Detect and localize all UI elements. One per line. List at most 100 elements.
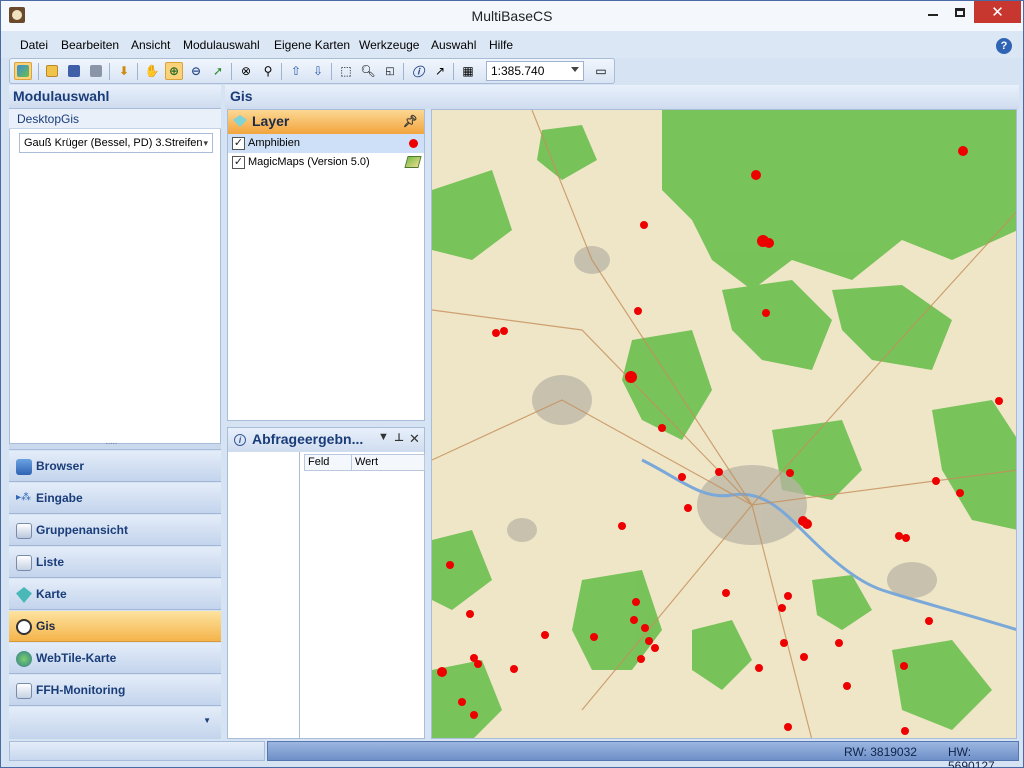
nav-label: WebTile-Karte	[36, 651, 117, 665]
full-extent-button[interactable]: ⊗	[237, 62, 255, 80]
toolbar-separator	[109, 63, 110, 80]
toolbar-separator	[281, 63, 282, 80]
column-header-feld[interactable]: Feld	[304, 454, 352, 471]
layer-manager-icon	[17, 65, 29, 77]
nav-ffh-monitoring[interactable]: FFH-Monitoring	[9, 675, 221, 706]
hw-coordinate: HW: 5690127	[948, 745, 995, 768]
print-icon	[90, 65, 102, 77]
info-button[interactable]: ⓘ	[409, 62, 427, 80]
menu-hilfe[interactable]: Hilfe	[489, 38, 513, 52]
pin-icon[interactable]: ⊥	[394, 431, 404, 444]
table-button[interactable]: ▦	[459, 62, 477, 80]
layer-manager-button[interactable]	[14, 62, 32, 80]
query-tree[interactable]	[228, 452, 300, 738]
measure-button[interactable]: ▭	[592, 62, 610, 80]
help-icon[interactable]: ?	[996, 38, 1012, 54]
webtile-globe-icon	[16, 651, 32, 667]
column-header-wert[interactable]: Wert	[351, 454, 425, 471]
rw-coordinate: RW: 3819032	[844, 745, 917, 759]
gruppenansicht-icon	[16, 523, 32, 539]
panel-splitter[interactable]	[9, 438, 221, 450]
chevron-down-icon[interactable]: ▼	[203, 716, 211, 725]
dropdown-arrow-icon[interactable]: ▼	[378, 431, 389, 443]
nav-karte[interactable]: Karte	[9, 579, 221, 610]
toolbar-separator	[331, 63, 332, 80]
ruler-icon: ▭	[595, 64, 607, 78]
menu-ansicht[interactable]: Ansicht	[131, 38, 170, 52]
layer-name: Amphibien	[248, 137, 300, 149]
chevron-down-icon[interactable]: ▾	[203, 138, 208, 149]
close-button[interactable]: ✕	[974, 1, 1021, 23]
print-button[interactable]	[87, 62, 105, 80]
map-view[interactable]	[431, 109, 1017, 739]
query-panel-title: Abfrageergebn...	[252, 431, 364, 447]
title-bar: MultiBaseCS ✕	[1, 1, 1023, 31]
menu-bearbeiten[interactable]: Bearbeiten	[61, 38, 119, 52]
hyperlink-icon: ↗	[434, 64, 446, 78]
arrow-up-icon: ⇧	[290, 64, 302, 78]
open-button[interactable]	[43, 62, 61, 80]
minimize-button[interactable]	[919, 1, 946, 23]
status-coordinates-panel: RW: 3819032 HW: 5690127	[267, 741, 1019, 768]
menu-eigene-karten[interactable]: Eigene Karten	[274, 38, 350, 52]
find-button[interactable]: 🔍︎	[359, 62, 377, 80]
zoom-in-button[interactable]: ⊕	[165, 62, 183, 80]
menu-datei[interactable]: Datei	[20, 38, 48, 52]
clear-selection-icon: ◱	[385, 65, 395, 77]
query-results-panel: i Abfrageergebn... ▼ ⊥ ✕ Feld Wert	[227, 427, 425, 739]
select-arrow-button[interactable]: ➚	[209, 62, 227, 80]
toolbar-separator	[453, 63, 454, 80]
tab-desktopgis[interactable]: DesktopGis	[9, 109, 221, 129]
nav-liste[interactable]: Liste	[9, 547, 221, 578]
liste-icon	[16, 555, 32, 571]
move-down-button[interactable]: ⇩	[309, 62, 327, 80]
layer-panel: Layer 📌︎ ✓ Amphibien ✓ MagicMaps (Versio…	[227, 109, 425, 421]
move-up-button[interactable]: ⇧	[287, 62, 305, 80]
map-canvas[interactable]	[432, 110, 1017, 739]
menu-auswahl[interactable]: Auswahl	[431, 38, 476, 52]
maximize-button[interactable]	[946, 1, 973, 23]
table-icon: ▦	[462, 64, 474, 78]
menu-werkzeuge[interactable]: Werkzeuge	[359, 38, 419, 52]
save-button[interactable]	[65, 62, 83, 80]
nav-label: Gruppenansicht	[36, 523, 129, 537]
layer-panel-title: Layer	[252, 113, 290, 129]
close-icon[interactable]: ✕	[409, 431, 420, 447]
pin-icon[interactable]: 📌︎	[403, 114, 418, 128]
clear-selection-button[interactable]: ◱	[381, 62, 399, 80]
menu-modulauswahl[interactable]: Modulauswahl	[183, 38, 260, 52]
nav-label: Liste	[36, 555, 65, 569]
nav-webtile-karte[interactable]: WebTile-Karte	[9, 643, 221, 674]
scale-select[interactable]: 1:385.740	[486, 61, 584, 81]
select-feature-button[interactable]: ⬚	[337, 62, 355, 80]
arrow-down-blue-icon: ⇩	[312, 64, 324, 78]
zoom-out-button[interactable]: ⊖	[187, 62, 205, 80]
nav-browser[interactable]: Browser	[9, 451, 221, 482]
nav-eingabe[interactable]: ▸⁂ Eingabe	[9, 483, 221, 514]
layer-row-amphibien[interactable]: ✓ Amphibien	[228, 134, 424, 153]
globe-icon: ⊗	[240, 64, 252, 78]
pan-button[interactable]: ✋	[143, 62, 161, 80]
nav-gis[interactable]: Gis	[9, 611, 221, 642]
coordinate-system-select[interactable]: Gauß Krüger (Bessel, PD) 3.Streifen ▾	[19, 133, 213, 153]
layer-checkbox[interactable]: ✓	[232, 156, 245, 169]
nav-label: Karte	[36, 587, 67, 601]
modulauswahl-header: Modulauswahl	[9, 85, 221, 109]
hyperlink-button[interactable]: ↗	[431, 62, 449, 80]
modulauswahl-body: Gauß Krüger (Bessel, PD) 3.Streifen ▾	[9, 129, 221, 443]
select-feature-icon: ⬚	[340, 64, 352, 78]
nav-overflow[interactable]: ▼	[9, 707, 221, 739]
layer-checkbox[interactable]: ✓	[232, 137, 245, 150]
info-icon: i	[234, 434, 246, 446]
zoom-out-icon: ⊖	[190, 64, 202, 78]
karte-icon	[16, 587, 32, 603]
search-icon: ⚲	[263, 64, 273, 78]
ffh-monitoring-icon	[16, 683, 32, 699]
layer-row-magicmaps[interactable]: ✓ MagicMaps (Version 5.0)	[228, 153, 424, 172]
status-bar: RW: 3819032 HW: 5690127	[9, 741, 1019, 768]
select-arrow-icon: ➚	[212, 64, 224, 78]
nav-gruppenansicht[interactable]: Gruppenansicht	[9, 515, 221, 546]
download-button[interactable]: ⬇	[115, 62, 133, 80]
chevron-down-icon[interactable]	[571, 67, 579, 72]
search-button[interactable]: ⚲	[259, 62, 277, 80]
